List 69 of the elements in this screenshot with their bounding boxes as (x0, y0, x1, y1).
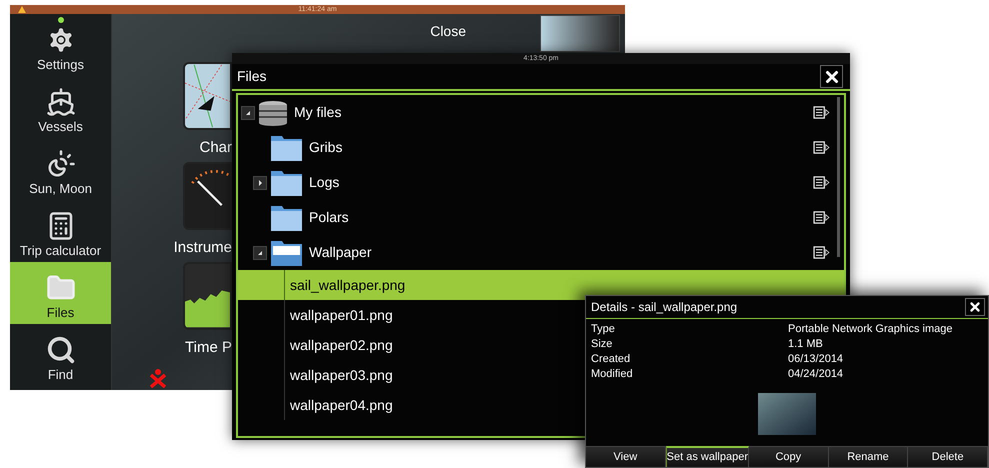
graph-tile[interactable] (183, 262, 232, 330)
file-name: wallpaper01.png (290, 306, 393, 325)
menu-icon[interactable] (813, 246, 830, 259)
tile-label: Time P (185, 339, 232, 356)
expand-toggle[interactable] (253, 176, 267, 190)
folder-name: Wallpaper (309, 243, 372, 262)
file-name: wallpaper04.png (290, 396, 393, 415)
folder-row[interactable]: Gribs (238, 130, 844, 165)
ship-icon (46, 87, 76, 117)
menu-icon[interactable] (813, 141, 830, 154)
page-thumbnail[interactable] (540, 15, 620, 52)
close-icon (968, 300, 982, 314)
sidebar-item[interactable]: Settings (10, 14, 111, 76)
property-value: 06/13/2014 (788, 352, 844, 368)
folder-name: Gribs (309, 138, 342, 157)
sidebar-item[interactable]: Find (10, 324, 111, 386)
menu-icon[interactable] (813, 106, 830, 119)
photo-placeholder (758, 393, 816, 435)
sidebar-item[interactable]: Vessels (10, 76, 111, 138)
property-value: 04/24/2014 (788, 367, 844, 382)
gauge-tile[interactable] (183, 162, 232, 230)
folder-name: Polars (309, 208, 349, 227)
file-row[interactable]: wallpaper04.png (238, 390, 844, 420)
file-name: wallpaper02.png (290, 336, 393, 355)
close-button[interactable] (965, 298, 985, 316)
property-value: Portable Network Graphics image (788, 322, 952, 338)
property-label: Created (591, 352, 632, 368)
file-name: sail_wallpaper.png (290, 276, 406, 295)
folder-row[interactable]: Polars (238, 200, 844, 235)
scrollbar[interactable] (837, 97, 840, 257)
folder-icon (270, 133, 303, 162)
action-button[interactable]: Rename (828, 446, 908, 467)
property-label: Type (591, 322, 616, 338)
open-folder-icon (270, 238, 303, 267)
file-row[interactable]: sail_wallpaper.png (238, 270, 844, 300)
expand-toggle[interactable] (241, 106, 255, 120)
window-title: Files (237, 67, 267, 86)
folder-name: Logs (309, 173, 340, 192)
property-value: 1.1 MB (788, 337, 823, 352)
property-label: Modified (591, 367, 634, 382)
folder-icon (270, 203, 303, 232)
chart-tile[interactable] (183, 62, 232, 130)
action-button[interactable]: Delete (908, 446, 988, 467)
search-icon (46, 335, 76, 365)
folder-name: My files (294, 103, 342, 122)
folder-row[interactable]: Wallpaper (238, 235, 844, 270)
menu-icon[interactable] (813, 211, 830, 224)
status-light (58, 17, 64, 23)
expand-toggle[interactable] (253, 246, 267, 260)
sidebar-item[interactable]: Trip calculator (10, 200, 111, 262)
tile-label: Instrume (174, 239, 232, 256)
close-button[interactable] (820, 65, 843, 88)
action-button[interactable]: Set as wallpaper (666, 446, 749, 467)
action-button[interactable]: Copy (749, 446, 829, 467)
sidebar-item[interactable]: Sun, Moon (10, 138, 111, 200)
folder-row[interactable]: Logs (238, 165, 844, 200)
folder-icon (270, 168, 303, 197)
dialog-title: Details - sail_wallpaper.png (591, 299, 738, 316)
sidebar-item[interactable]: Files (10, 262, 111, 324)
cross-icon[interactable] (148, 368, 168, 388)
close-button[interactable]: Close (430, 21, 466, 42)
menu-icon[interactable] (813, 176, 830, 189)
sun-moon-icon (46, 149, 76, 179)
property-label: Size (591, 337, 614, 352)
tile-label: Char (199, 139, 232, 156)
folder-row[interactable]: My files (238, 95, 844, 130)
database-icon (258, 100, 288, 126)
action-button[interactable]: View (586, 446, 666, 467)
file-name: wallpaper03.png (290, 366, 393, 385)
